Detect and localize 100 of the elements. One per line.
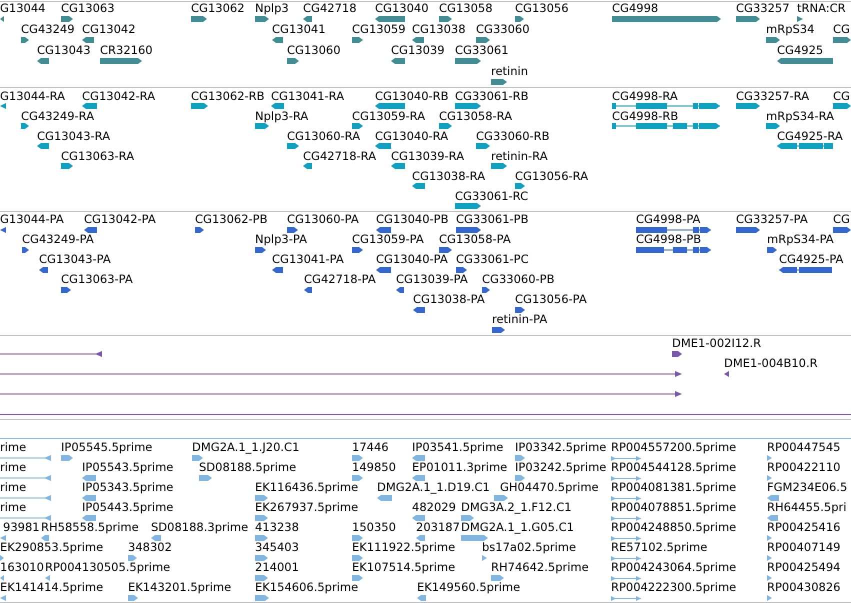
protein-label: CG13060-PA: [287, 212, 359, 226]
est-label: IP05443.5prime: [82, 500, 174, 514]
gene-label: CG33257: [736, 1, 790, 15]
protein-label: retinin-PA: [492, 312, 548, 326]
est-label: RH74642.5prime: [491, 560, 589, 574]
gene-label: mRpS34: [766, 22, 814, 36]
est-label: RH58558.5prime: [41, 520, 139, 534]
est-label: RP00425494: [767, 560, 840, 574]
protein-label: CG43249-PA: [22, 232, 94, 246]
gene-label: CG43249: [21, 22, 75, 36]
transcript-label: CG13056-RA: [515, 169, 588, 183]
gene-label: CG13062: [191, 1, 245, 15]
est-label: RE57102.5prime: [611, 540, 708, 554]
protein-label: CG33061-PB: [456, 212, 528, 226]
est-label: rime: [0, 440, 26, 454]
est-label: SD08188.3prime: [151, 520, 248, 534]
est-label: IP03541.5prime: [412, 440, 504, 454]
protein-label: CG: [833, 212, 850, 226]
transcript-label: CG13060-RA: [287, 129, 360, 143]
est-label: EK107514.5prime: [352, 560, 456, 574]
est-label: RP004248850.5prime: [611, 520, 736, 534]
est-label: rime: [0, 460, 26, 474]
est-label: RP004222300.5prime: [611, 580, 736, 594]
est-label: 150350: [352, 520, 396, 534]
gene-label: CG13059: [352, 22, 406, 36]
gene-label: tRNA:CR: [797, 1, 846, 15]
est-label: RP004078851.5prime: [611, 500, 736, 514]
est-label: RP00447545: [767, 440, 840, 454]
gene-label: CG: [833, 22, 850, 36]
gene-label: CG13039: [391, 43, 445, 57]
est-label: EP01011.3prime: [412, 460, 508, 474]
est-label: rime: [0, 480, 26, 494]
gene-label: CG13060: [287, 43, 341, 57]
protein-label: CG13062-PB: [195, 212, 268, 226]
gene-label: CG13058: [439, 1, 493, 15]
gene-label: CG13043: [37, 43, 91, 57]
est-label: EK141414.5prime: [0, 580, 104, 594]
est-label: RP00425416: [767, 520, 840, 534]
gene-label: retinin: [491, 64, 528, 78]
est-label: RH64455.5pri: [767, 500, 846, 514]
protein-label: G13044-PA: [0, 212, 64, 226]
gene-label: CG13038: [412, 22, 466, 36]
est-label: 93981: [3, 520, 40, 534]
transcript-label: CG42718-RA: [303, 149, 376, 163]
est-label: IP05343.5prime: [82, 480, 174, 494]
est-label: 17446: [352, 440, 389, 454]
transcript-label: CG33060-RB: [476, 129, 550, 143]
gene-label: CG13040: [375, 1, 429, 15]
transcript-label: CG: [833, 89, 850, 103]
est-label: FGM234E06.5: [767, 480, 848, 494]
gene-label: CG13056: [515, 1, 569, 15]
transcript-label: CG13059-RA: [352, 109, 426, 123]
transcript-label: CG4925-RA: [777, 129, 843, 143]
protein-label: CG13040-PA: [376, 252, 448, 266]
gene-label: G13044: [0, 1, 46, 15]
transcript-label: CG13043-RA: [37, 129, 110, 143]
clone-label: DME1-004B10.R: [724, 356, 818, 370]
gene-label: CG4925: [777, 43, 824, 57]
protein-label: CG13038-PA: [413, 292, 485, 306]
transcript-label: CG4998-RB: [612, 109, 678, 123]
est-label: IP03342.5prime: [515, 440, 606, 454]
protein-label: CG4998-PB: [636, 232, 702, 246]
transcript-label: CG33257-RA: [736, 89, 810, 103]
gene-label: Nplp3: [255, 1, 289, 15]
est-label: EK111922.5prime: [352, 540, 456, 554]
est-label: 203187: [416, 520, 460, 534]
protein-label: CG33060-PB: [482, 272, 554, 286]
est-label: EK267937.5prime: [255, 500, 358, 514]
est-label: RP00407149: [767, 540, 840, 554]
gene-label: CG13063: [61, 1, 115, 15]
est-label: rime: [0, 500, 26, 514]
est-label: SD08188.5prime: [199, 460, 296, 474]
transcript-label: CG13039-RA: [391, 149, 464, 163]
est-label: EK143201.5prime: [128, 580, 232, 594]
est-label: DMG2A.1_1.D19.C1: [377, 480, 490, 494]
transcript-label: CG13038-RA: [412, 169, 486, 183]
protein-label: CG13058-PA: [439, 232, 511, 246]
protein-label: CG13063-PA: [61, 272, 133, 286]
protein-label: CG13039-PA: [396, 272, 468, 286]
protein-label: Nplp3-PA: [255, 232, 307, 246]
est-label: RP004243064.5prime: [611, 560, 736, 574]
est-label: RP004081381.5prime: [611, 480, 736, 494]
est-label: 413238: [255, 520, 299, 534]
est-label: IP03242.5prime: [515, 460, 606, 474]
est-label: EK154606.5prime: [255, 580, 358, 594]
transcript-label: G13044-RA: [0, 89, 66, 103]
transcript-label: CG33061-RC: [455, 189, 528, 203]
est-label: GH04470.5prime: [500, 480, 599, 494]
transcript-label: CG13040-RA: [375, 129, 448, 143]
est-label: EK149560.5prime: [417, 580, 520, 594]
est-label: 214001: [255, 560, 299, 574]
protein-label: CG33257-PA: [736, 212, 808, 226]
est-label: 163010: [0, 560, 44, 574]
protein-label: CG33061-PC: [456, 252, 529, 266]
est-label: EK116436.5prime: [255, 480, 358, 494]
gene-label: CG4998: [612, 1, 658, 15]
transcript-label: mRpS34-RA: [766, 109, 834, 123]
protein-label: CG13042-PA: [84, 212, 156, 226]
est-label: 482029: [412, 500, 456, 514]
est-label: 149850: [352, 460, 396, 474]
